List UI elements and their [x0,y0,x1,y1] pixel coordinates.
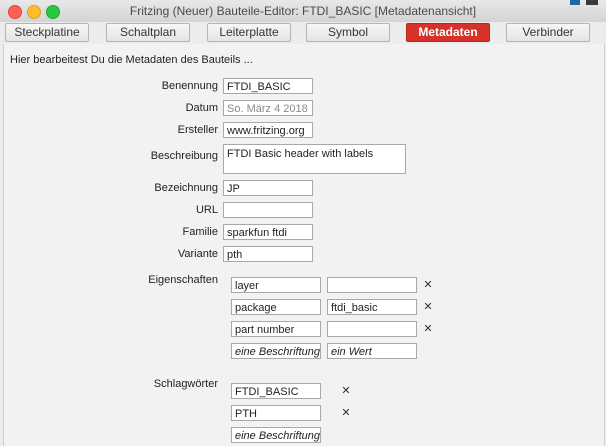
bezeichnung-label: Bezeichnung [154,182,218,194]
ersteller-field[interactable]: www.fritzing.org [223,122,313,138]
tab-leiterplatte[interactable]: Leiterplatte [207,23,291,42]
remove-property-button[interactable]: ✕ [423,322,433,335]
variante-label: Variante [177,248,218,260]
new-property-value-field[interactable]: ein Wert [327,343,417,359]
remove-property-button[interactable]: ✕ [423,278,433,291]
background-window-edge [570,0,580,5]
property-value-field[interactable] [327,321,417,337]
familie-label: Familie [182,226,218,238]
familie-field[interactable]: sparkfun ftdi [223,224,313,240]
tab-schaltplan[interactable]: Schaltplan [106,23,190,42]
window-title: Fritzing (Neuer) Bauteile-Editor: FTDI_B… [129,4,477,18]
metadata-panel: Hier bearbeitest Du die Metadaten des Ba… [3,44,605,446]
background-window-edge-dark [586,0,598,5]
new-tag-field[interactable]: eine Beschriftung [231,427,321,443]
tab-symbol[interactable]: Symbol [306,23,390,42]
window-titlebar: Fritzing (Neuer) Bauteile-Editor: FTDI_B… [0,0,606,23]
benennung-label: Benennung [161,80,218,92]
tab-metadaten[interactable]: Metadaten [406,23,490,42]
tab-verbinder[interactable]: Verbinder [506,23,590,42]
schlagwoerter-label: Schlagwörter [153,378,218,390]
datum-field[interactable]: So. März 4 2018 [223,100,313,116]
variante-field[interactable]: pth [223,246,313,262]
beschreibung-label: Beschreibung [150,150,218,162]
remove-tag-button[interactable]: ✕ [341,406,351,419]
tab-steckplatine[interactable]: Steckplatine [5,23,89,42]
remove-tag-button[interactable]: ✕ [341,384,351,397]
url-label: URL [195,204,218,216]
property-name-field[interactable]: package [231,299,321,315]
property-name-field[interactable]: part number [231,321,321,337]
benennung-field[interactable]: FTDI_BASIC [223,78,313,94]
remove-property-button[interactable]: ✕ [423,300,433,313]
property-name-field[interactable]: layer [231,277,321,293]
view-tab-bar: Steckplatine Schaltplan Leiterplatte Sym… [0,22,606,42]
datum-label: Datum [185,102,218,114]
property-value-field[interactable]: ftdi_basic [327,299,417,315]
new-property-name-field[interactable]: eine Beschriftung [231,343,321,359]
tag-field[interactable]: PTH [231,405,321,421]
eigenschaften-label: Eigenschaften [148,274,218,286]
tag-field[interactable]: FTDI_BASIC [231,383,321,399]
bezeichnung-field[interactable]: JP [223,180,313,196]
intro-text: Hier bearbeitest Du die Metadaten des Ba… [10,54,253,66]
ersteller-label: Ersteller [177,124,218,136]
url-field[interactable] [223,202,313,218]
property-value-field[interactable] [327,277,417,293]
beschreibung-textarea[interactable]: FTDI Basic header with labels [223,144,406,174]
